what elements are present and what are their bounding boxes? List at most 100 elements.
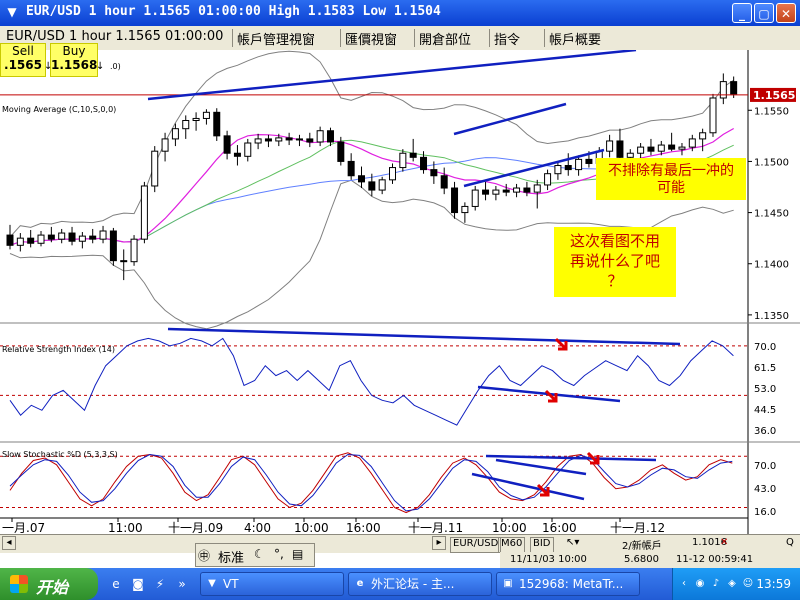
candle-body bbox=[130, 238, 138, 263]
candle-body bbox=[161, 138, 169, 152]
tray-back-icon[interactable]: ‹ bbox=[677, 577, 691, 591]
candle-body bbox=[575, 158, 583, 171]
candle-body bbox=[37, 234, 45, 244]
candle-body bbox=[120, 260, 128, 263]
tray-network-icon[interactable]: ◉ bbox=[693, 577, 707, 591]
candle bbox=[213, 108, 221, 141]
flash-icon[interactable]: ⚡ bbox=[152, 576, 168, 592]
candle-body bbox=[399, 152, 407, 169]
browser-icon: e bbox=[356, 578, 364, 589]
task-metatrader[interactable]: ▣ 152968: MetaTr... bbox=[496, 572, 640, 596]
annotation-note-1-line: 不排除有最后一冲的 bbox=[608, 163, 734, 179]
candle-body bbox=[699, 132, 707, 140]
candle-body bbox=[409, 152, 417, 158]
candle bbox=[140, 181, 148, 244]
candle-body bbox=[378, 179, 386, 191]
candle-body bbox=[368, 181, 376, 191]
time-tick-label: 一月.07 bbox=[2, 521, 45, 534]
candle-body bbox=[306, 138, 314, 143]
status-side[interactable]: BID bbox=[530, 537, 554, 553]
tray-shield-icon[interactable]: ◈ bbox=[725, 577, 739, 591]
candle-body bbox=[223, 135, 231, 154]
scroll-right-icon[interactable]: ▸ bbox=[432, 536, 446, 550]
candle-body bbox=[668, 144, 676, 150]
keyboard-icon[interactable]: ▤ bbox=[292, 547, 303, 561]
price-tick-label: 1.1550 bbox=[754, 106, 789, 117]
rsi-line bbox=[9, 337, 734, 426]
stoch-tick-label: 16.0 bbox=[754, 507, 776, 518]
candle-body bbox=[347, 160, 355, 177]
candle-body bbox=[99, 230, 107, 240]
candle-body bbox=[647, 146, 655, 152]
chart-area[interactable]: 1.1565 1.1550 1.1500 1.1450 1.1400 1.1350 Movi… bbox=[0, 48, 800, 535]
task-vt-label: VT bbox=[223, 577, 239, 591]
ime-toolbar[interactable]: ㊥ 标准 ☾ °, ▤ bbox=[195, 543, 315, 567]
cursor-icon[interactable]: ↖▾ bbox=[566, 537, 579, 551]
sell-arrow-icon: ↓ bbox=[44, 61, 53, 72]
candle-body bbox=[440, 175, 448, 189]
status-symbol[interactable]: EUR/USD bbox=[450, 537, 502, 553]
status-period[interactable]: M60 bbox=[498, 537, 526, 553]
close-button[interactable]: ✕ bbox=[776, 3, 796, 23]
minimize-button[interactable]: _ bbox=[732, 3, 752, 23]
candle-body bbox=[151, 150, 159, 187]
media-icon[interactable]: ◙ bbox=[130, 576, 146, 592]
candle-body bbox=[513, 187, 521, 193]
candle-body bbox=[182, 120, 190, 130]
candle-body bbox=[264, 138, 272, 142]
ime-logo-icon[interactable]: ㊥ bbox=[198, 547, 210, 564]
scroll-left-icon[interactable]: ◂ bbox=[2, 536, 16, 550]
sell-button[interactable]: Sell .1565 bbox=[0, 43, 46, 77]
tab-orders[interactable]: 指令 bbox=[489, 29, 520, 48]
ie-icon[interactable]: e bbox=[108, 576, 124, 592]
tray-volume-icon[interactable]: ♪ bbox=[709, 577, 723, 591]
restore-button[interactable]: ▢ bbox=[754, 3, 774, 23]
rsi-bottom-arrow-icon bbox=[544, 389, 558, 403]
task-vt[interactable]: ▼ VT bbox=[200, 572, 344, 596]
tab-account-manager[interactable]: 帳戶管理視窗 bbox=[232, 29, 315, 48]
indicator-params-fragment: .0) bbox=[110, 62, 121, 71]
price-tick-label: 1.1450 bbox=[754, 209, 789, 220]
status-q[interactable]: Q bbox=[786, 537, 794, 551]
window-title: EUR/USD 1 hour 1.1565 01:00:00 High 1.15… bbox=[26, 4, 441, 19]
delete-icon[interactable]: ✕ bbox=[720, 537, 728, 551]
time-tick-label: 十一月.11 bbox=[408, 521, 463, 534]
rsi-upper-trendline bbox=[167, 327, 681, 346]
rsi-indicator-label: Relative Strength Index (14) bbox=[2, 345, 115, 354]
time-tick-label: 10:00 bbox=[492, 521, 527, 534]
candle-body bbox=[657, 144, 665, 152]
title-bar: ▼ EUR/USD 1 hour 1.1565 01:00:00 High 1.… bbox=[0, 0, 800, 26]
tab-account-summary[interactable]: 帳戶概要 bbox=[544, 29, 601, 48]
price-tick-label: 1.1500 bbox=[754, 157, 789, 168]
candle-body bbox=[275, 137, 283, 142]
start-button[interactable]: 开始 bbox=[0, 568, 98, 600]
status-page: 2/新帳戶 bbox=[622, 541, 662, 552]
tab-quotes[interactable]: 匯價視窗 bbox=[340, 29, 397, 48]
task-forum[interactable]: e 外汇论坛 - 主... bbox=[348, 572, 492, 596]
chart-canvas[interactable]: 1.1565 1.1550 1.1500 1.1450 1.1400 1.1350 Movi… bbox=[0, 48, 800, 535]
tab-open-positions[interactable]: 開倉部位 bbox=[414, 29, 471, 48]
candle-body bbox=[461, 205, 469, 214]
punctuation-icon[interactable]: °, bbox=[274, 547, 284, 561]
annotation-note-1-line: 可能 bbox=[657, 180, 685, 196]
ime-mode-label[interactable]: 标准 bbox=[218, 547, 244, 566]
candle-body bbox=[482, 189, 490, 195]
candle-body bbox=[244, 142, 252, 157]
windows-logo-icon bbox=[10, 575, 28, 593]
candle-body bbox=[109, 230, 117, 262]
time-tick-label: 10:00 bbox=[294, 521, 329, 534]
tray-ime-icon[interactable]: ☺ bbox=[741, 577, 755, 591]
price-tick-label: 1.1400 bbox=[754, 260, 789, 271]
show-more-icon[interactable]: » bbox=[174, 576, 190, 592]
candle-body bbox=[285, 137, 293, 141]
task-metatrader-label: 152968: MetaTr... bbox=[519, 577, 624, 591]
buy-button[interactable]: Buy 1.1568 bbox=[50, 43, 98, 77]
metatrader-app-icon[interactable]: ▼ bbox=[4, 4, 20, 20]
time-tick-label: 4:00 bbox=[244, 521, 271, 534]
candle bbox=[151, 146, 159, 193]
moon-icon[interactable]: ☾ bbox=[254, 547, 265, 561]
time-tick-label: 11:00 bbox=[108, 521, 143, 534]
candle-body bbox=[389, 167, 397, 181]
stoch-lower-trendline bbox=[471, 472, 585, 501]
candle-body bbox=[585, 158, 593, 164]
